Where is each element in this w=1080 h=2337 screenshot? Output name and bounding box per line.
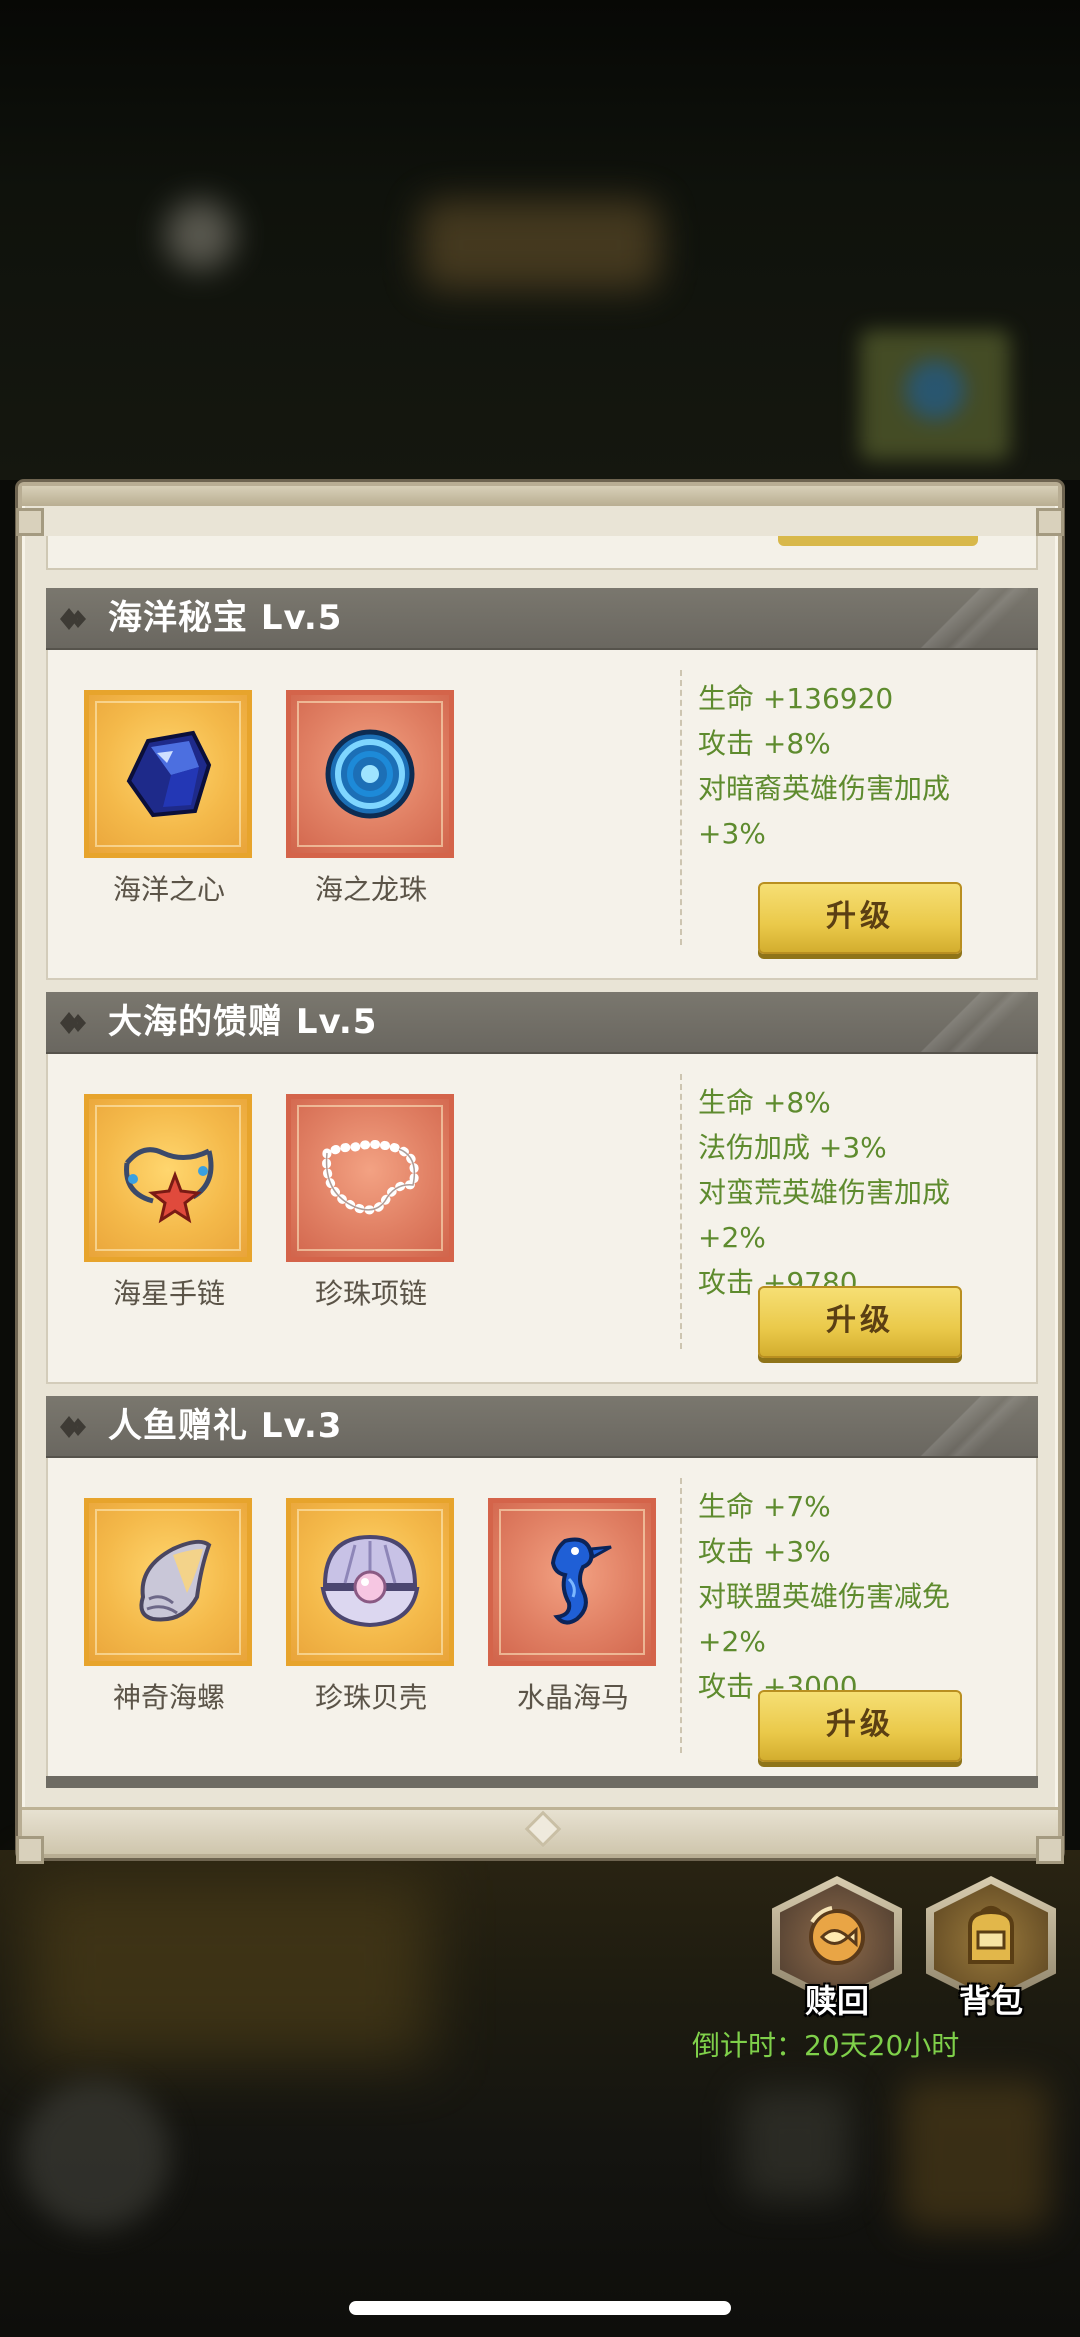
redeem-label: 赎回 [804, 1982, 869, 2020]
item-frame[interactable] [286, 1094, 454, 1262]
stats-list: 生命 +136920 攻击 +8% 对暗裔英雄伤害加成 +3% [698, 676, 1028, 856]
item-name: 珍珠贝壳 [314, 1681, 427, 1714]
panel-bottom-border [22, 1807, 1058, 1854]
section-title: 海洋秘宝 Lv.5 [108, 598, 343, 638]
section-header: 大海的馈赠 Lv.5 [46, 992, 1038, 1054]
dashed-divider [680, 670, 682, 945]
item-name: 神奇海螺 [112, 1681, 225, 1714]
backpack-icon [968, 1906, 1014, 1964]
upgrade-button[interactable]: 升级 [758, 882, 962, 954]
diamond-ornament-icon [524, 1810, 562, 1848]
panel-top-border [22, 486, 1058, 506]
background-blob [30, 1880, 430, 2060]
header-decoration [908, 992, 1028, 1052]
treasure-section: 大海的馈赠 Lv.5 海星手链 珍珠项链 生命 +8% 法伤加成 +3% 对蛮荒… [46, 992, 1038, 1384]
corner-ornament [16, 508, 44, 536]
pearl-necklace-icon [322, 1139, 419, 1215]
dashed-divider [680, 1074, 682, 1349]
treasure-item[interactable]: 珍珠项链 [286, 1094, 456, 1334]
item-frame[interactable] [84, 690, 252, 858]
background-title-blur [420, 200, 660, 290]
pearl-clam-icon [320, 1534, 420, 1628]
stat-line: 攻击 +8% [698, 727, 831, 760]
background-star-blur [165, 200, 235, 270]
blue-gem-icon [126, 730, 212, 818]
background-icon-blur [860, 330, 1010, 460]
background-blob [900, 2080, 1050, 2230]
conch-shell-icon [139, 1539, 212, 1622]
item-name: 海洋之心 [112, 873, 225, 906]
item-frame[interactable] [84, 1094, 252, 1262]
corner-ornament [16, 1836, 44, 1864]
treasure-item[interactable]: 水晶海马 [488, 1498, 658, 1738]
treasure-section: 人鱼赠礼 Lv.3 神奇海螺 珍珠贝壳 水晶海马 生命 +7% 攻击 +3% 对… [46, 1396, 1038, 1788]
bag-button[interactable]: 背包 [926, 1876, 1056, 2020]
upgrade-button[interactable]: 升级 [758, 1286, 962, 1358]
treasure-item[interactable]: 海星手链 [84, 1094, 254, 1334]
section-body: 海洋之心 海之龙珠 生命 +136920 攻击 +8% 对暗裔英雄伤害加成 +3… [46, 650, 1038, 980]
section-title: 人鱼赠礼 Lv.3 [108, 1406, 343, 1446]
item-name: 珍珠项链 [314, 1277, 427, 1310]
redeem-button[interactable]: 赎回 [772, 1876, 902, 2020]
treasure-list[interactable]: 海洋秘宝 Lv.5 海洋之心 海之龙珠 生命 +136920 攻击 +8% 对暗… [46, 536, 1038, 1801]
section-title: 大海的馈赠 Lv.5 [108, 1002, 378, 1042]
treasure-item[interactable]: 神奇海螺 [84, 1498, 254, 1738]
item-name: 水晶海马 [516, 1681, 629, 1714]
item-name: 海星手链 [112, 1277, 225, 1310]
header-decoration [908, 1396, 1028, 1456]
diamond-bullet-icon [60, 1416, 86, 1438]
stat-line: 法伤加成 +3% [698, 1131, 887, 1164]
item-frame[interactable] [84, 1498, 252, 1666]
treasure-section: 海洋秘宝 Lv.5 海洋之心 海之龙珠 生命 +136920 攻击 +8% 对暗… [46, 588, 1038, 980]
bag-label: 背包 [958, 1982, 1023, 2020]
section-header: 人鱼赠礼 Lv.3 [46, 1396, 1038, 1458]
background-blob [740, 2090, 850, 2200]
item-name: 海之龙珠 [314, 873, 427, 906]
stat-line: 攻击 +3% [698, 1535, 831, 1568]
upgrade-button[interactable]: 升级 [758, 1690, 962, 1762]
home-indicator[interactable] [349, 2301, 731, 2315]
item-frame[interactable] [286, 690, 454, 858]
item-frame[interactable] [488, 1498, 656, 1666]
stat-line: 生命 +7% [698, 1490, 831, 1523]
stat-line: 生命 +8% [698, 1086, 831, 1119]
diamond-bullet-icon [60, 608, 86, 630]
countdown-text: 倒计时：20天20小时 [692, 2029, 960, 2062]
header-decoration [908, 588, 1028, 648]
stat-line: +3% [698, 817, 766, 850]
stat-line: +2% [698, 1221, 766, 1254]
stats-list: 生命 +8% 法伤加成 +3% 对蛮荒英雄伤害加成 +2% 攻击 +9780 [698, 1080, 1028, 1305]
background-blob [20, 2080, 170, 2230]
dashed-divider [680, 1478, 682, 1753]
corner-ornament [1036, 508, 1064, 536]
treasure-item[interactable]: 海之龙珠 [286, 690, 456, 930]
stat-line: 对联盟英雄伤害减免 [698, 1580, 951, 1613]
section-header: 海洋秘宝 Lv.5 [46, 588, 1038, 650]
corner-ornament [1036, 1836, 1064, 1864]
diamond-bullet-icon [60, 1012, 86, 1034]
stat-line: +2% [698, 1625, 766, 1658]
previous-upgrade-button-edge [778, 536, 978, 546]
stats-list: 生命 +7% 攻击 +3% 对联盟英雄伤害减免 +2% 攻击 +3000 [698, 1484, 1028, 1709]
stat-line: 对蛮荒英雄伤害加成 [698, 1176, 951, 1209]
stat-line: 对暗裔英雄伤害加成 [698, 772, 951, 805]
treasure-panel: 海洋秘宝 Lv.5 海洋之心 海之龙珠 生命 +136920 攻击 +8% 对暗… [16, 482, 1064, 1864]
treasure-item[interactable]: 海洋之心 [84, 690, 254, 930]
swirl-orb-icon [325, 729, 415, 819]
stat-line: 生命 +136920 [698, 682, 894, 715]
redeem-fish-coin-icon [809, 1906, 865, 1965]
item-frame[interactable] [286, 1498, 454, 1666]
list-bottom-edge [46, 1776, 1038, 1788]
treasure-item[interactable]: 珍珠贝壳 [286, 1498, 456, 1738]
seahorse-icon [550, 1537, 612, 1625]
starfish-bracelet-icon [124, 1147, 214, 1224]
previous-section-tail [46, 536, 1038, 570]
section-body: 神奇海螺 珍珠贝壳 水晶海马 生命 +7% 攻击 +3% 对联盟英雄伤害减免 +… [46, 1458, 1038, 1788]
section-body: 海星手链 珍珠项链 生命 +8% 法伤加成 +3% 对蛮荒英雄伤害加成 +2% … [46, 1054, 1038, 1384]
